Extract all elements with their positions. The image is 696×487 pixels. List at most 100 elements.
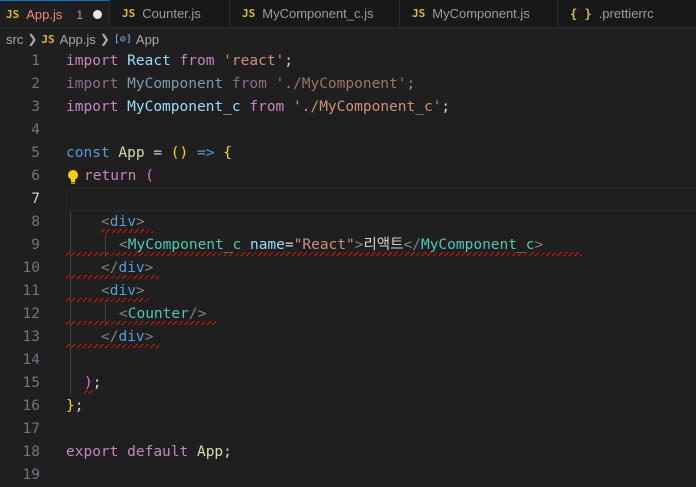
breadcrumb-folder-label: src: [6, 31, 24, 47]
tag-bracket: <: [119, 237, 128, 253]
code-line-current: 7: [0, 188, 696, 211]
keyword-token: import: [66, 53, 119, 69]
problem-count-badge: 1: [76, 7, 84, 22]
error-squiggle: [66, 275, 159, 279]
line-number: 15: [22, 375, 40, 391]
line-number: 14: [22, 352, 40, 368]
javascript-file-icon: JS: [41, 32, 55, 46]
keyword-token: from: [231, 76, 267, 92]
code-line: 1 import React from 'react';: [0, 50, 696, 73]
punctuation-token: ;: [284, 53, 294, 69]
line-number: 12: [22, 306, 40, 322]
chevron-right-icon: ❯: [99, 32, 110, 46]
tab-mycomponent-js[interactable]: JS MyComponent.js: [400, 0, 558, 27]
punctuation-token: ;: [74, 398, 84, 414]
bracket-token: ): [84, 375, 93, 391]
breadcrumb-symbol[interactable]: [⊘] App: [114, 32, 159, 47]
javascript-file-icon: JS: [6, 8, 20, 21]
punctuation-token: ;: [441, 99, 451, 115]
error-squiggle: [66, 344, 159, 348]
error-squiggle: [66, 321, 216, 325]
javascript-file-icon: JS: [242, 7, 256, 20]
line-number: 4: [31, 122, 40, 138]
string-token: './MyComponent_c': [293, 99, 442, 115]
operator-token: =: [144, 145, 171, 161]
tab-title: App.js: [26, 7, 63, 22]
operator-token: =>: [188, 145, 224, 161]
tag-bracket: >: [144, 260, 154, 276]
bracket-token: (: [136, 168, 154, 184]
code-line: 4: [0, 119, 696, 142]
chevron-right-icon: ❯: [27, 32, 38, 46]
identifier-token: React: [127, 53, 171, 69]
error-squiggle: [66, 252, 582, 256]
line-number: 7: [31, 191, 40, 207]
line-number: 17: [22, 421, 40, 437]
tab-title: .prettierrc: [598, 6, 654, 21]
tag-bracket: />: [188, 306, 207, 322]
identifier-token: App: [196, 444, 224, 460]
tab-mycomponent-c-js[interactable]: JS MyComponent_c.js: [230, 0, 400, 27]
tag-name: div: [118, 329, 145, 345]
code-line: 6 return (: [0, 165, 696, 188]
tag-name: div: [118, 260, 145, 276]
code-line: 10 </div>: [0, 257, 696, 280]
line-number: 18: [22, 444, 40, 460]
line-number: 5: [31, 145, 40, 161]
line-number: 16: [22, 398, 40, 414]
tab-counter-js[interactable]: JS Counter.js: [110, 0, 230, 27]
javascript-file-icon: JS: [122, 7, 136, 20]
line-number: 3: [31, 99, 40, 115]
line-number: 8: [31, 214, 40, 230]
code-line: 13 </div>: [0, 326, 696, 349]
code-line: 11 <div>: [0, 280, 696, 303]
tab-app-js[interactable]: JS App.js 1: [0, 0, 110, 27]
tag-name: div: [109, 214, 136, 230]
breadcrumb-file-label: App.js: [59, 31, 96, 47]
code-line: 8 <div>: [0, 211, 696, 234]
identifier-token: App: [118, 145, 145, 161]
tag-bracket: </: [101, 329, 119, 345]
breadcrumb-file[interactable]: JS App.js: [41, 32, 95, 47]
keyword-token: export: [66, 444, 119, 460]
code-editor[interactable]: 1 import React from 'react'; 2 import My…: [0, 50, 696, 483]
line-number: 19: [22, 467, 40, 483]
keyword-token: import: [66, 99, 119, 115]
keyword-token: import: [66, 76, 119, 92]
lightbulb-icon[interactable]: [66, 165, 80, 188]
punctuation-token: ;: [406, 76, 416, 92]
jsx-text: 리액트: [363, 237, 404, 253]
tag-bracket: </: [101, 260, 119, 276]
tab-title: MyComponent.js: [432, 6, 530, 21]
bracket-token: }: [66, 398, 75, 414]
line-number: 10: [22, 260, 40, 276]
code-line: 3 import MyComponent_c from './MyCompone…: [0, 96, 696, 119]
tag-bracket: >: [135, 283, 145, 299]
error-squiggle: [101, 229, 153, 233]
tag-bracket: <: [101, 214, 110, 230]
code-line: 16 };: [0, 395, 696, 418]
line-number: 2: [31, 76, 40, 92]
code-line: 18 export default App;: [0, 441, 696, 464]
keyword-token: from: [249, 99, 285, 115]
identifier-token: MyComponent: [127, 76, 224, 92]
tag-bracket: <: [101, 283, 110, 299]
tag-bracket: <: [119, 306, 128, 322]
tab-prettierrc[interactable]: { } .prettierrc: [558, 0, 696, 27]
symbol-variable-icon: [⊘]: [113, 33, 132, 45]
code-line: 19: [0, 464, 696, 487]
unsaved-dot-icon[interactable]: [93, 10, 103, 19]
breadcrumb-folder[interactable]: src: [6, 32, 23, 47]
tag-name: div: [109, 283, 136, 299]
error-squiggle: [84, 390, 94, 394]
error-squiggle: [66, 298, 150, 302]
tab-title: MyComponent_c.js: [262, 6, 374, 21]
keyword-token: return: [84, 168, 137, 184]
string-token: 'react': [223, 53, 285, 69]
bracket-token: (): [170, 145, 189, 161]
operator-token: =: [284, 237, 294, 253]
code-line: 17: [0, 418, 696, 441]
attribute-name: name: [241, 237, 285, 253]
code-line: 12 <Counter/>: [0, 303, 696, 326]
javascript-file-icon: JS: [412, 7, 426, 20]
